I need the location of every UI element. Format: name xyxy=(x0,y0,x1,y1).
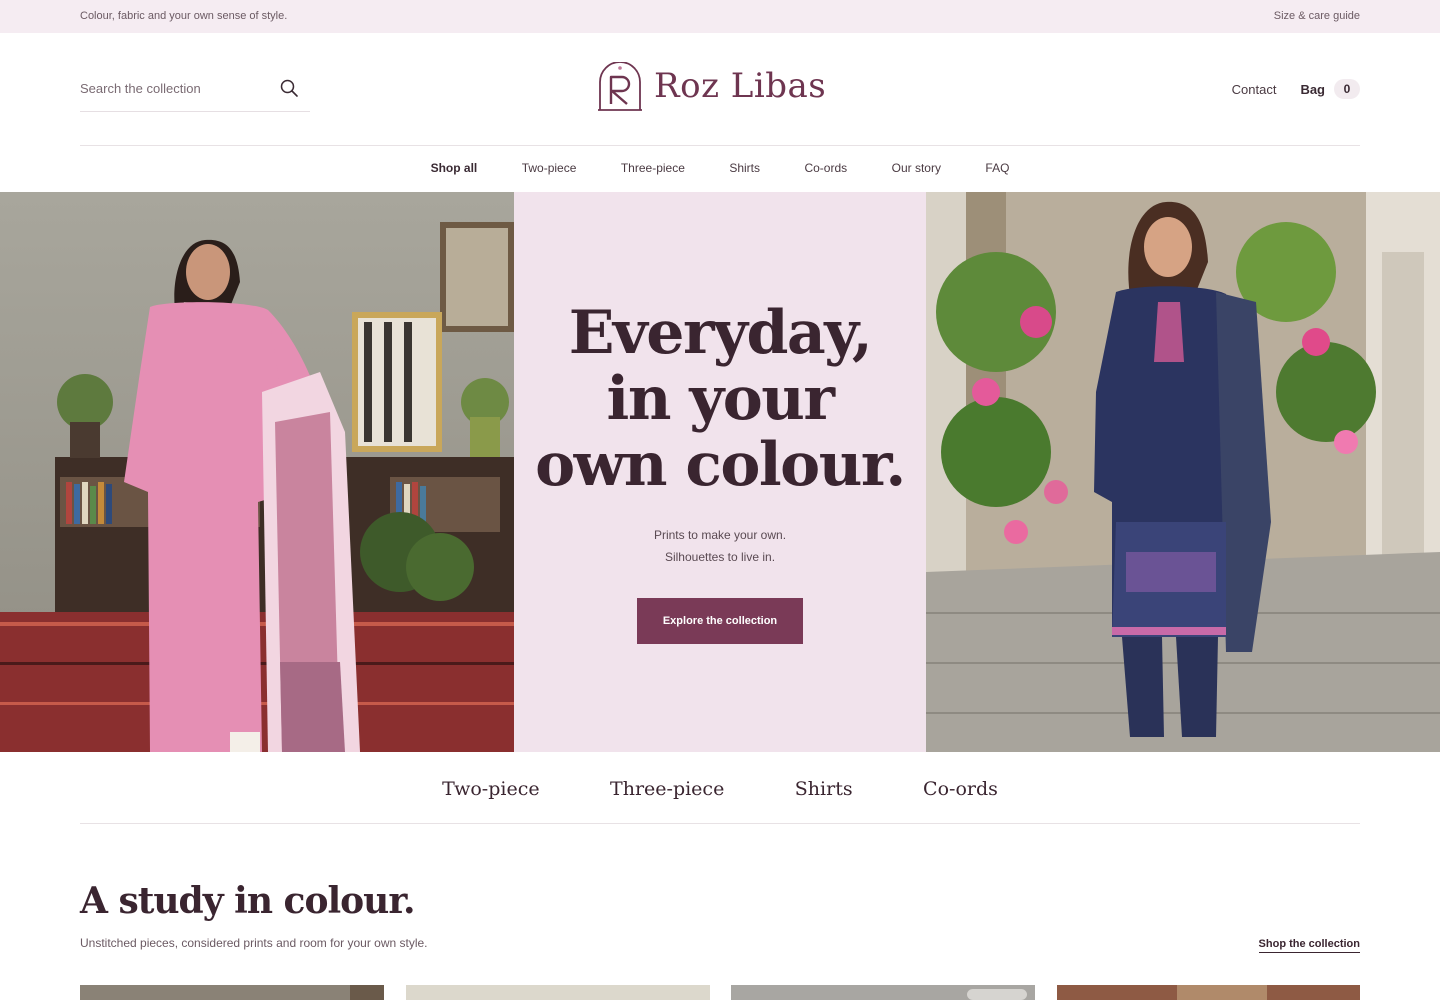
explore-collection-button[interactable]: Explore the collection xyxy=(637,598,803,644)
category-shirts[interactable]: Shirts xyxy=(795,772,853,806)
nav-item-shop-all[interactable]: Shop all xyxy=(431,158,478,178)
search-bar xyxy=(80,66,310,112)
main-nav: Shop all Two-piece Three-piece Shirts Co… xyxy=(0,158,1440,178)
hero-subtitle-line-2: Silhouettes to live in. xyxy=(664,550,776,564)
category-three-piece[interactable]: Three-piece xyxy=(610,772,724,806)
product-card-image[interactable] xyxy=(1057,985,1361,1000)
shop-collection-link[interactable]: Shop the collection xyxy=(1258,938,1360,953)
brand-name: Roz Libas xyxy=(654,66,827,106)
header-divider xyxy=(80,145,1360,146)
header-actions: Contact Bag 0 xyxy=(1232,78,1360,100)
nav-item-three-piece[interactable]: Three-piece xyxy=(621,158,685,178)
nav-item-faq[interactable]: FAQ xyxy=(985,158,1009,178)
category-co-ords[interactable]: Co-ords xyxy=(923,772,998,806)
search-input[interactable] xyxy=(80,78,270,98)
product-card-image[interactable] xyxy=(731,985,1035,1000)
hero-image-pink-suit xyxy=(0,192,514,752)
hero-title: Everyday, in your own colour. xyxy=(535,298,906,500)
size-care-guide-link[interactable]: Size & care guide xyxy=(1274,10,1360,22)
product-grid xyxy=(80,985,1360,1000)
hero-section: Everyday, in your own colour. Prints to … xyxy=(0,192,1440,752)
nav-item-co-ords[interactable]: Co-ords xyxy=(804,158,847,178)
nav-item-two-piece[interactable]: Two-piece xyxy=(522,158,577,178)
hero-image-navy-suit xyxy=(926,192,1440,752)
contact-link[interactable]: Contact xyxy=(1232,82,1277,97)
bag-button[interactable]: Bag xyxy=(1300,82,1325,97)
announcement-tagline: Colour, fabric and your own sense of sty… xyxy=(80,10,288,22)
product-card-image[interactable] xyxy=(80,985,384,1000)
category-divider xyxy=(80,823,1360,824)
hero-text-panel: Everyday, in your own colour. Prints to … xyxy=(514,192,926,752)
category-row: Two-piece Three-piece Shirts Co-ords xyxy=(0,772,1440,806)
logo-monogram-icon xyxy=(598,62,642,111)
search-icon[interactable] xyxy=(279,78,299,98)
product-card-image[interactable] xyxy=(406,985,710,1000)
nav-item-shirts[interactable]: Shirts xyxy=(729,158,760,178)
brand-logo[interactable]: Roz Libas xyxy=(596,62,826,112)
nav-item-our-story[interactable]: Our story xyxy=(892,158,941,178)
announcement-bar: Colour, fabric and your own sense of sty… xyxy=(0,0,1440,33)
category-two-piece[interactable]: Two-piece xyxy=(442,772,540,806)
hero-subtitle-line-1: Prints to make your own. xyxy=(653,528,787,542)
section-title: A study in colour. xyxy=(80,880,416,922)
bag-count-badge[interactable]: 0 xyxy=(1334,79,1360,99)
section-subtitle: Unstitched pieces, considered prints and… xyxy=(80,936,428,950)
